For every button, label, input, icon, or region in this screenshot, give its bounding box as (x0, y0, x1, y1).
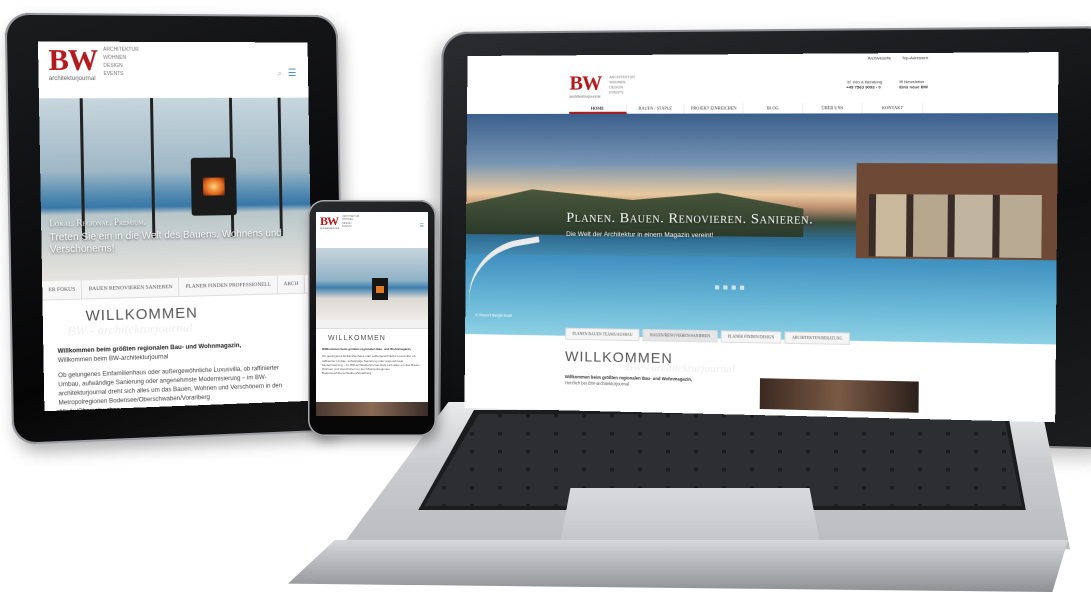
site-logo[interactable]: BW architekturjournal (569, 71, 602, 99)
category-tab[interactable]: ARCH (277, 274, 306, 294)
laptop-screen: Archiveseite Top-Adressen BW architektur… (464, 52, 1059, 423)
menu-icon[interactable]: ☰ (288, 68, 297, 79)
slider-dot[interactable] (723, 285, 728, 290)
nav-item-contact[interactable]: KONTAKT (862, 102, 924, 114)
slider-dots (715, 285, 745, 290)
search-icon[interactable]: ⌕ (278, 69, 283, 79)
welcome-heading: WILLKOMMEN (85, 304, 198, 325)
logo-tag: DESIGN (103, 62, 123, 69)
phone-screen: BW architekturjournal ARCHITEKTUR WOHNEN… (316, 212, 428, 416)
tablet-screen: BW architekturjournal ARCHITEKTUR WOHNEN… (37, 41, 314, 412)
tablet-welcome: WILLKOMMEN BW - architekturjournal Willk… (42, 294, 313, 411)
main-nav: HOME BAUEN / STAPLE PROJEKT EINREICHEN B… (569, 102, 924, 114)
logo-letters: BW (569, 71, 602, 95)
nav-item-about[interactable]: ÜBER UNS (802, 103, 863, 114)
contact-newsletter[interactable]: ✉ Newsletter Eins neue BW (899, 79, 928, 90)
category-tab[interactable]: ER FOKUS (42, 280, 83, 300)
logo-tag: WOHNEN (103, 54, 127, 61)
logo-tags: ARCHITEKTUR WOHNEN DESIGN EVENTS (103, 46, 139, 78)
hero-subtitle: Die Welt der Architektur in einem Magazi… (566, 230, 714, 240)
hero-slider[interactable]: Planen. Bauen. Renovieren. Sanieren. Die… (465, 113, 1059, 345)
tablet-header: BW architekturjournal ARCHITEKTUR WOHNEN… (38, 41, 309, 98)
fireplace (190, 157, 237, 216)
topbar-link-archive[interactable]: Archiveseite (868, 55, 891, 66)
logo-subtitle: architekturjournal (569, 93, 601, 99)
intro-body: Ob gelungenes Einfamilienhaus oder außer… (322, 354, 421, 376)
laptop-header: BW architekturjournal ARCHITEKTUR WOHNEN… (467, 65, 1058, 104)
hero-title: Planen. Bauen. Renovieren. Sanieren. (566, 210, 814, 228)
site-logo[interactable]: BW architekturjournal (48, 43, 98, 83)
tablet-header-actions: ⌕ ☰ (278, 68, 297, 79)
laptop-trackpad (560, 488, 820, 544)
tablet-hero-subtitle: Treten Sie ein in die Welt des Bauens, W… (49, 228, 282, 256)
nav-item-blog[interactable]: BLOG (743, 103, 804, 114)
laptop-front-edge (288, 540, 1068, 592)
window-frame (149, 98, 156, 239)
welcome-ghost: BW - architekturjournal (67, 319, 193, 339)
logo-subtitle: architekturjournal (48, 76, 96, 83)
fireplace (372, 278, 388, 300)
logo-tag: ARCHITEKTUR (103, 46, 139, 53)
intro-bold: Willkommen beim größten regionalen Bau- … (322, 347, 412, 352)
tablet-hero[interactable]: Lokal. Regional. Premium. Treten Sie ein… (38, 97, 312, 282)
nav-item-projekt[interactable]: PROJEKT EINREICHEN (684, 103, 744, 114)
topbar-link-addresses[interactable]: Top-Adressen (902, 55, 929, 66)
logo-tag: EVENTS (609, 90, 624, 95)
welcome-line: Herzlich bei BW-architekturjournal (564, 380, 630, 387)
contact-phone[interactable]: ☏ Info & Beratung +49 7563 9093 - 0 (846, 79, 882, 89)
newsletter-value: Eins neue BW (899, 84, 928, 90)
category-tab[interactable]: PLANER FINDEN/DESIGN (720, 330, 782, 344)
hero-credit: © Resort Bergkristall (475, 312, 512, 318)
welcome-ghost: BW - architekturjournal (625, 361, 736, 376)
header-contact: ☏ Info & Beratung +49 7563 9093 - 0 ✉ Ne… (846, 79, 928, 90)
logo-letters: BW (48, 43, 98, 78)
logo-tags: ARCHITEKTUR WOHNEN DESIGN EVENTS (342, 215, 359, 229)
slider-dot[interactable] (739, 285, 745, 290)
logo-tag: EVENTS (103, 70, 124, 78)
phone-tabs[interactable] (316, 320, 428, 329)
phone-hero[interactable] (316, 248, 428, 320)
nav-item-home[interactable]: HOME (569, 103, 627, 114)
category-tab[interactable]: ARCHITEKTEN/BERATUNG (784, 331, 851, 345)
nav-item-bauen[interactable]: BAUEN / STAPLE (626, 103, 685, 114)
site-logo[interactable]: BW architekturjournal (320, 215, 339, 230)
phone-number: +49 7563 9093 - 0 (846, 84, 881, 90)
slider-dot[interactable] (715, 285, 720, 290)
welcome-heading: WILLKOMMEN (328, 335, 386, 342)
category-tab[interactable]: BAUEN RENOVIEREN SANIEREN (82, 277, 180, 299)
window-frame (277, 97, 283, 237)
logo-letters: BW (320, 214, 339, 228)
menu-icon[interactable]: ☰ (420, 223, 424, 229)
phone-header: BW architekturjournal ARCHITEKTUR WOHNEN… (316, 212, 428, 248)
slider-dot[interactable] (731, 285, 736, 290)
phone-welcome: WILLKOMMEN Willkommen beim größten regio… (316, 329, 428, 381)
content-image (316, 402, 428, 416)
tablet-hero-kicker: Lokal. Regional. Premium. (49, 216, 146, 229)
logo-tags: ARCHITEKTUR WOHNEN DESIGN EVENTS (609, 75, 635, 95)
category-tab[interactable]: PLANER FINDEN PROFESSIONELL (179, 275, 278, 296)
logo-subtitle: architekturjournal (320, 227, 340, 230)
content-image (759, 378, 919, 413)
logo-tag: EVENTS (342, 225, 352, 229)
